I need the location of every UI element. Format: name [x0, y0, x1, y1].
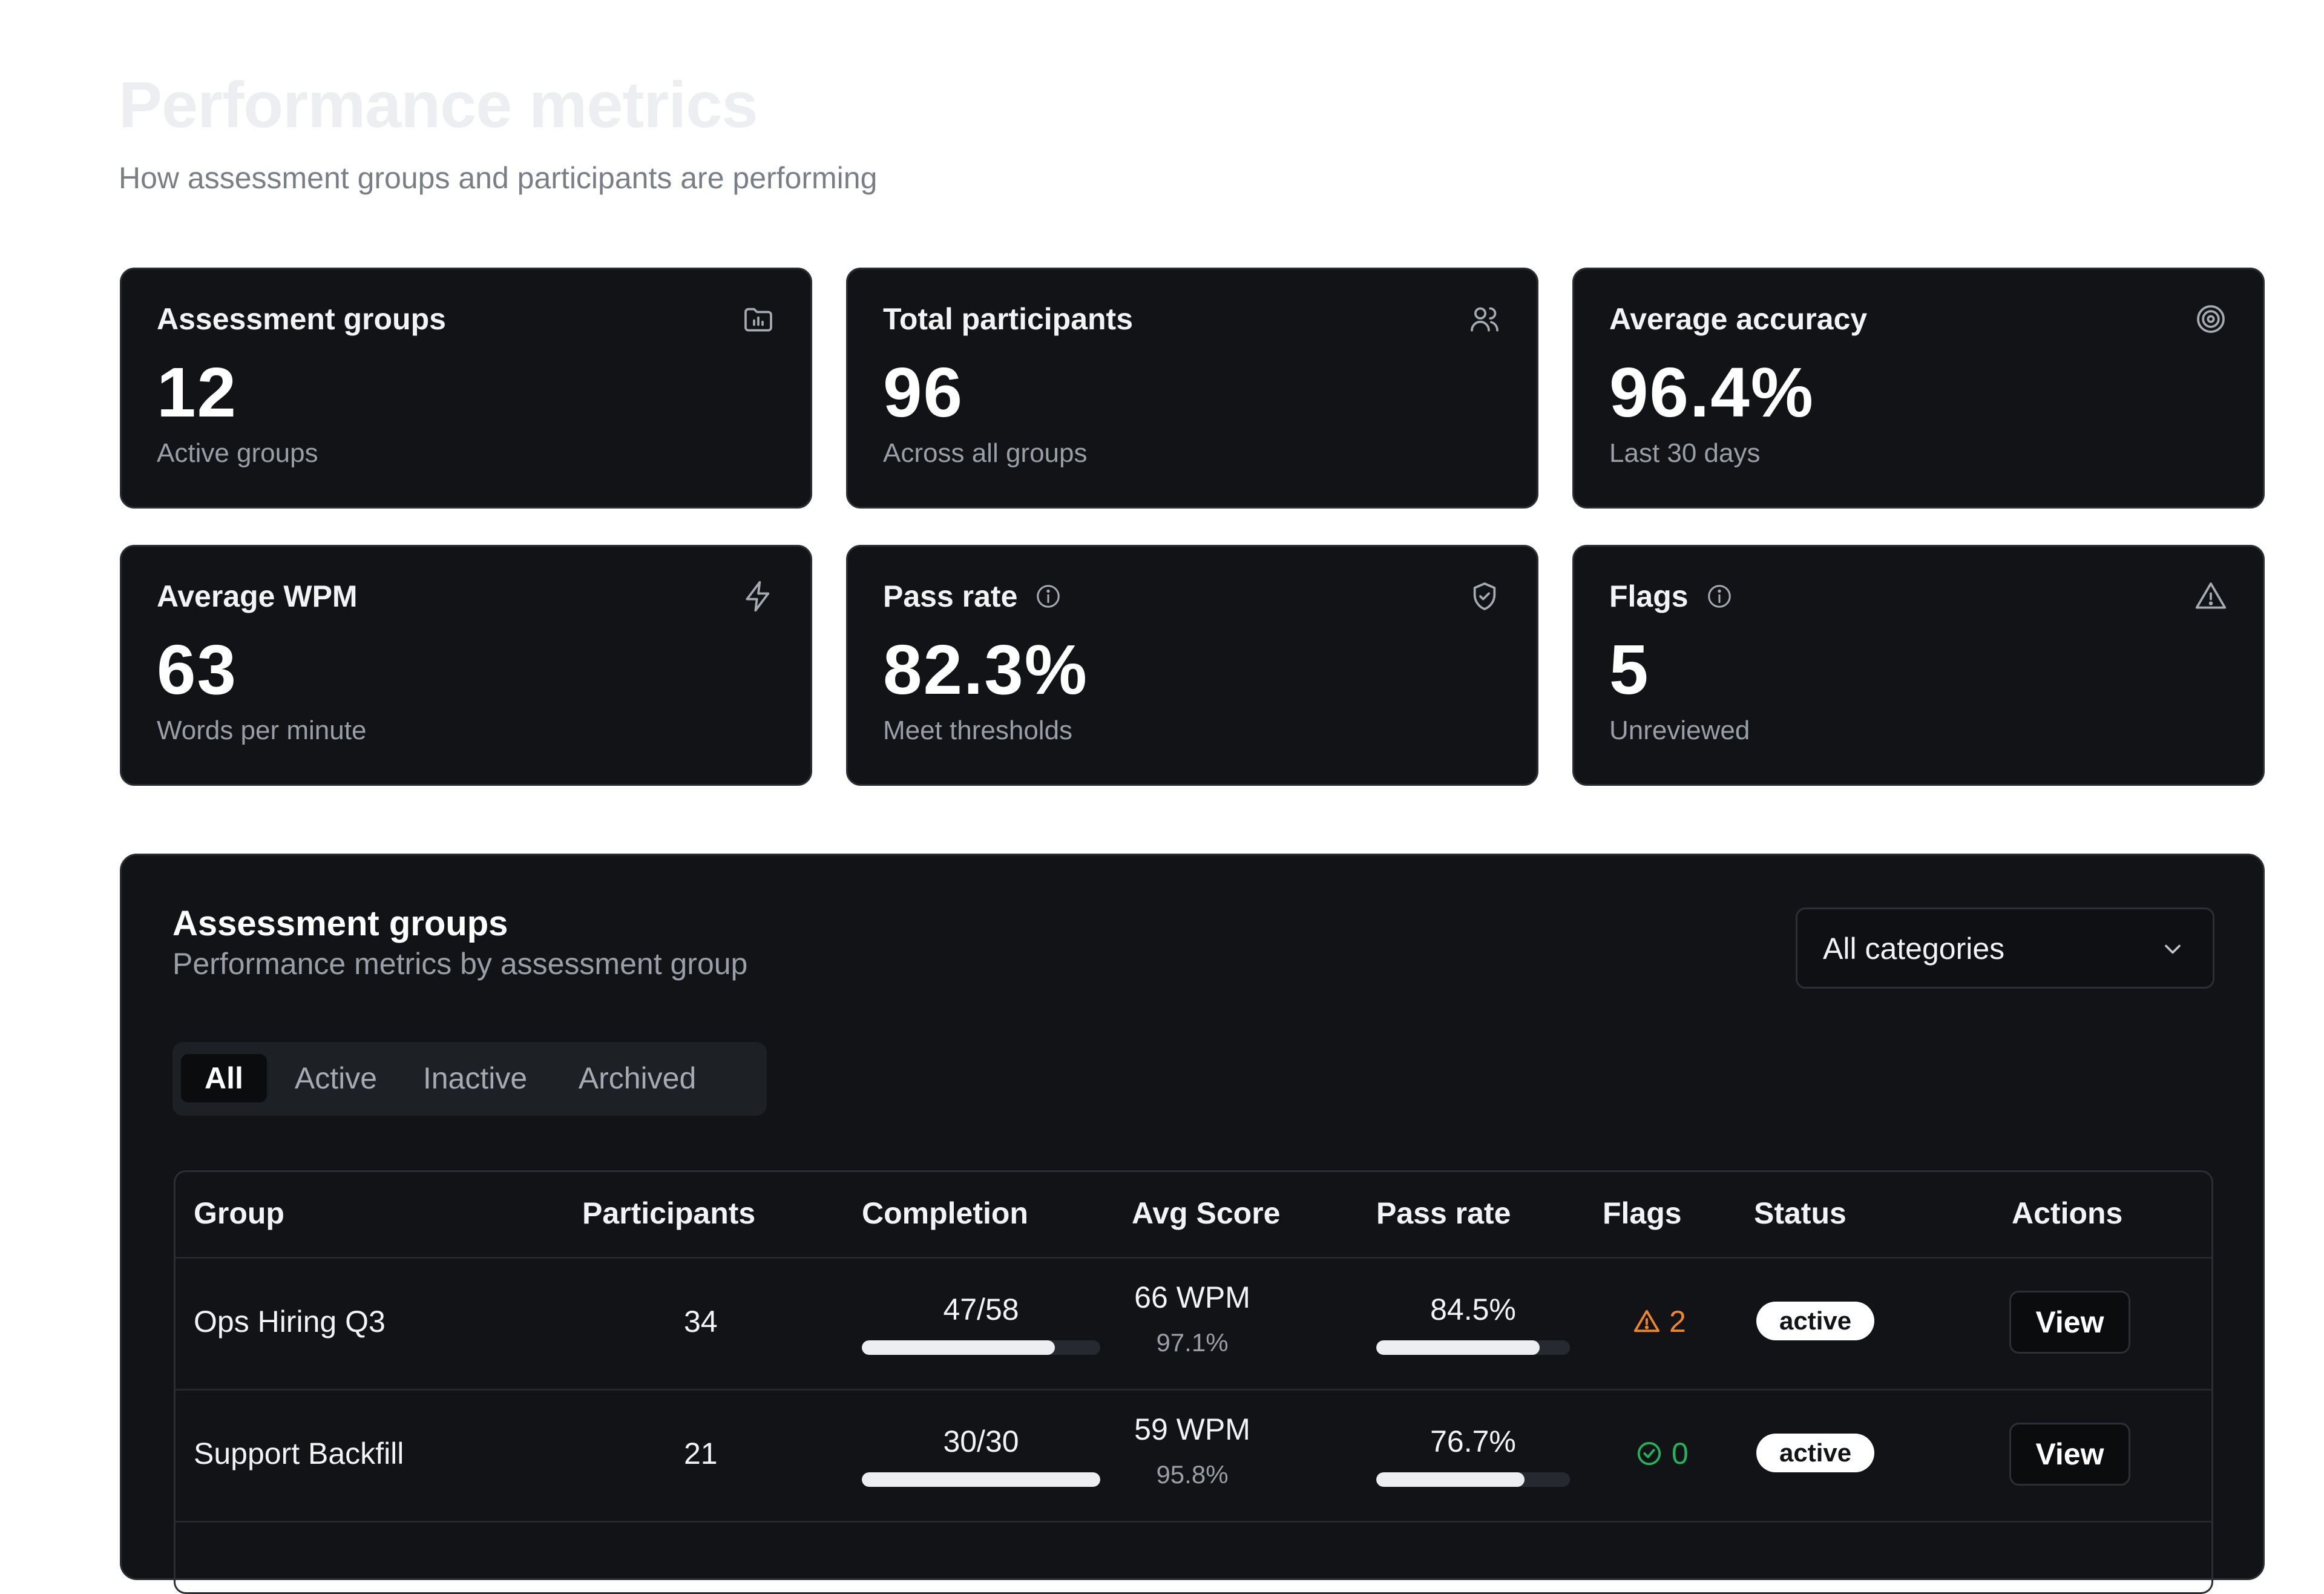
status-tabs: All Active Inactive Archived	[172, 1042, 767, 1116]
card-title: Flags	[1609, 578, 1733, 614]
card-title: Assessment groups	[157, 302, 446, 336]
tab-archived[interactable]: Archived	[559, 1054, 716, 1102]
card-subtext: Last 30 days	[1609, 438, 1761, 468]
column-header-avg-score[interactable]: Avg Score	[1132, 1193, 1280, 1234]
card-value: 82.3%	[883, 630, 1088, 709]
card-value: 96.4%	[1609, 353, 1814, 432]
completion-bar	[862, 1340, 1100, 1355]
tab-inactive[interactable]: Inactive	[405, 1054, 545, 1102]
check-circle-icon	[1637, 1441, 1661, 1466]
stat-cards: Assessment groups 12 Active groups Total…	[120, 268, 2265, 787]
card-average-accuracy: Average accuracy 96.4% Last 30 days	[1572, 268, 2265, 509]
view-button[interactable]: View	[2009, 1423, 2130, 1486]
column-header-pass-rate[interactable]: Pass rate	[1376, 1193, 1511, 1234]
pass-rate-bar	[1376, 1472, 1570, 1487]
completion-bar-fill	[862, 1340, 1055, 1355]
pass-rate-bar-fill	[1376, 1340, 1540, 1355]
info-icon[interactable]	[1034, 582, 1062, 610]
card-average-wpm: Average WPM 63 Words per minute	[120, 545, 812, 786]
category-select[interactable]: All categories	[1796, 907, 2214, 989]
groups-table: Group Participants Completion Avg Score …	[174, 1170, 2213, 1594]
card-value: 96	[883, 353, 964, 432]
cell-flags: 2	[1633, 1303, 1686, 1340]
card-value: 5	[1609, 630, 1650, 709]
cell-avg-accuracy: 97.1%	[1156, 1328, 1229, 1357]
card-assessment-groups: Assessment groups 12 Active groups	[120, 268, 812, 509]
card-title: Pass rate	[883, 578, 1062, 614]
card-flags: Flags 5 Unreviewed	[1572, 545, 2265, 786]
cell-group: Support Backfill	[194, 1437, 404, 1470]
column-header-status[interactable]: Status	[1754, 1193, 1846, 1234]
panel-title: Assessment groups	[172, 904, 508, 943]
completion-bar-fill	[862, 1472, 1100, 1487]
page-subtitle: How assessment groups and participants a…	[119, 161, 878, 195]
users-icon	[1471, 307, 1498, 332]
card-total-participants: Total participants 96 Across all groups	[846, 268, 1538, 509]
column-header-flags[interactable]: Flags	[1603, 1193, 1682, 1234]
cell-participants: 34	[684, 1305, 718, 1339]
cell-completion: 47/58	[943, 1293, 1019, 1326]
cell-completion: 30/30	[943, 1424, 1019, 1458]
cell-avg-accuracy: 95.8%	[1156, 1460, 1229, 1489]
completion-bar	[862, 1472, 1100, 1487]
status-badge: active	[1756, 1302, 1875, 1340]
card-subtext: Meet thresholds	[883, 716, 1073, 745]
pass-rate-bar	[1376, 1340, 1570, 1355]
status-badge: active	[1756, 1434, 1875, 1472]
view-button[interactable]: View	[2009, 1291, 2130, 1354]
card-subtext: Across all groups	[883, 438, 1088, 468]
performance-metrics-page: Performance metrics How assessment group…	[0, 0, 2324, 1594]
assessment-groups-panel: Assessment groups Performance metrics by…	[120, 854, 2265, 1594]
cell-avg-wpm: 66 WPM	[1134, 1280, 1250, 1314]
lightning-icon	[746, 581, 770, 612]
panel-subtitle: Performance metrics by assessment group	[172, 947, 748, 981]
card-title: Average WPM	[157, 579, 358, 613]
cell-group: Ops Hiring Q3	[194, 1305, 386, 1339]
cell-flags: 0	[1635, 1435, 1689, 1472]
row-divider	[176, 1257, 2211, 1259]
card-value: 12	[157, 353, 238, 432]
chevron-down-icon	[2165, 944, 2181, 954]
pass-rate-bar-fill	[1376, 1472, 1525, 1487]
card-subtext: Active groups	[157, 438, 318, 468]
column-header-completion[interactable]: Completion	[862, 1193, 1028, 1234]
flag-count: 2	[1669, 1305, 1686, 1339]
tab-all[interactable]: All	[181, 1054, 267, 1102]
card-subtext: Unreviewed	[1609, 716, 1750, 745]
column-header-actions: Actions	[2012, 1196, 2123, 1230]
target-icon	[2197, 305, 2225, 333]
card-title: Average accuracy	[1609, 302, 1868, 336]
flag-count: 0	[1672, 1437, 1689, 1470]
card-subtext: Words per minute	[157, 716, 367, 745]
warning-triangle-icon	[2195, 582, 2227, 609]
cell-pass-rate: 76.7%	[1430, 1424, 1516, 1458]
cell-pass-rate: 84.5%	[1430, 1293, 1516, 1326]
column-header-group[interactable]: Group	[194, 1193, 284, 1234]
category-select-value: All categories	[1823, 932, 2005, 966]
warning-icon	[1633, 1309, 1660, 1332]
info-icon[interactable]	[1705, 582, 1733, 610]
cell-participants: 21	[684, 1437, 718, 1470]
row-divider	[176, 1389, 2211, 1391]
tab-active[interactable]: Active	[280, 1054, 392, 1102]
card-title: Total participants	[883, 302, 1134, 336]
column-header-participants[interactable]: Participants	[582, 1193, 755, 1234]
row-divider	[176, 1521, 2211, 1523]
cell-avg-wpm: 59 WPM	[1134, 1412, 1250, 1446]
page-title: Performance metrics	[119, 68, 758, 141]
card-title-text: Flags	[1609, 579, 1689, 613]
shield-check-icon	[1473, 582, 1496, 610]
card-pass-rate: Pass rate 82.3% Meet thresholds	[846, 545, 1538, 786]
card-value: 63	[157, 630, 238, 709]
folder-chart-icon	[744, 308, 772, 332]
card-title-text: Pass rate	[883, 579, 1018, 613]
